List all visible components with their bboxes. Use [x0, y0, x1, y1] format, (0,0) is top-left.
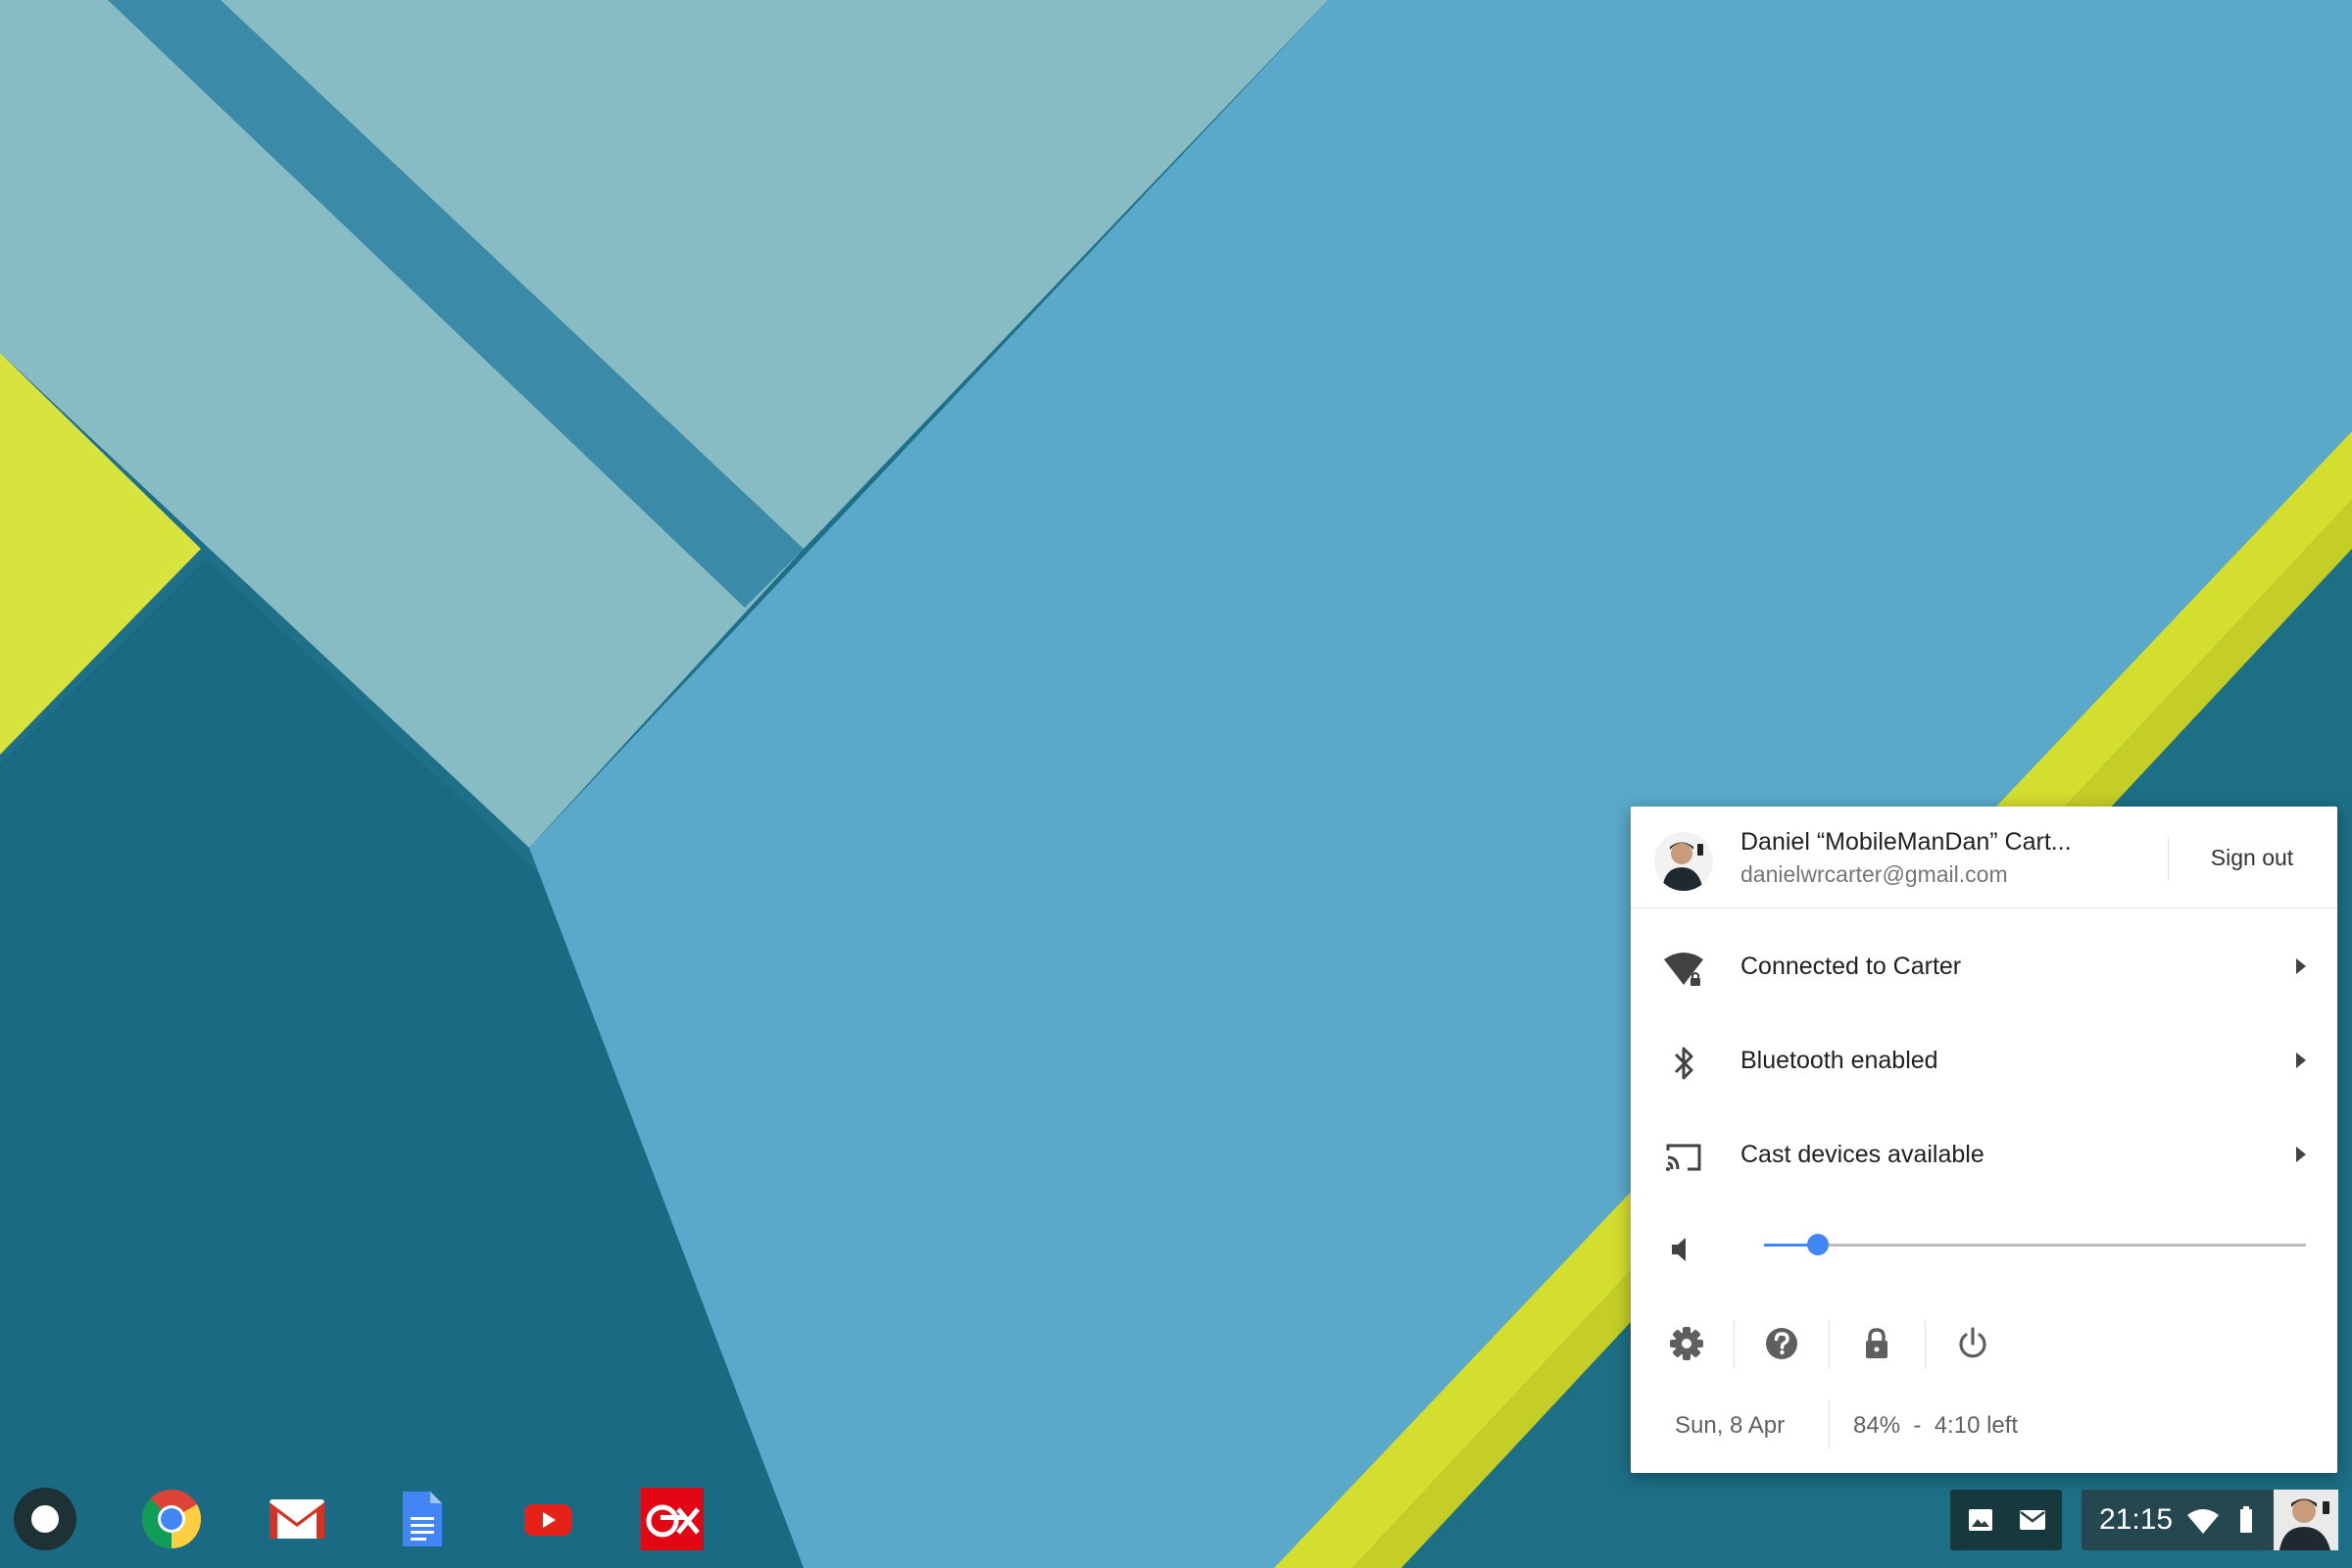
wifi-locked-icon: [1664, 953, 1703, 986]
power-button[interactable]: [1945, 1316, 2000, 1371]
tray-item-network[interactable]: Connected to Carter: [1631, 920, 2337, 1014]
bluetooth-label: Bluetooth enabled: [1740, 1047, 1938, 1074]
divider: [1829, 1400, 1830, 1449]
divider: [1925, 1320, 1926, 1369]
volume-icon[interactable]: [1666, 1232, 1701, 1267]
battery-icon: [2240, 1506, 2252, 1533]
image-icon[interactable]: [1968, 1508, 1993, 1532]
user-name: Daniel “MobileManDan” Cart...: [1740, 828, 2072, 856]
sign-out-button[interactable]: Sign out: [2183, 830, 2321, 885]
tray-status-bar: Sun, 8 Apr 84% - 4:10 left: [1631, 1395, 2337, 1453]
user-card: Daniel “MobileManDan” Cart... danielwrca…: [1631, 807, 2337, 908]
lock-icon: [1866, 1328, 1887, 1358]
gmail-app[interactable]: [266, 1488, 328, 1550]
chrome-app[interactable]: [140, 1488, 203, 1550]
chrome-icon: [141, 1490, 202, 1549]
app-launcher-button[interactable]: [14, 1488, 76, 1550]
lock-button[interactable]: [1849, 1316, 1904, 1371]
tray-toolbar: [1631, 1308, 2337, 1377]
mail-icon[interactable]: [2019, 1508, 2046, 1532]
cex-app[interactable]: [641, 1488, 704, 1550]
notification-area[interactable]: [1950, 1490, 2062, 1550]
cex-icon: [641, 1488, 704, 1550]
chevron-right-icon: [2296, 1147, 2306, 1162]
battery-status: 84% - 4:10 left: [1853, 1412, 2019, 1439]
system-tray-menu: Daniel “MobileManDan” Cart... danielwrca…: [1631, 807, 2337, 1473]
help-icon: [1766, 1328, 1797, 1359]
divider: [1829, 1320, 1830, 1369]
docs-icon: [403, 1492, 442, 1546]
status-area[interactable]: 21:15: [2082, 1490, 2338, 1550]
launcher-dot: [40, 1514, 50, 1524]
tray-item-bluetooth[interactable]: Bluetooth enabled: [1631, 1014, 2337, 1108]
help-button[interactable]: [1754, 1316, 1809, 1371]
chevron-right-icon: [2296, 958, 2306, 974]
cast-label: Cast devices available: [1740, 1141, 1984, 1168]
avatar: [1654, 832, 1713, 891]
youtube-icon: [524, 1504, 571, 1536]
user-email: danielwrcarter@gmail.com: [1740, 861, 2008, 887]
bluetooth-icon: [1674, 1047, 1693, 1080]
clock: 21:15: [2099, 1503, 2174, 1536]
cast-icon: [1666, 1144, 1701, 1171]
youtube-app[interactable]: [516, 1488, 579, 1550]
volume-slider[interactable]: [1764, 1234, 2306, 1255]
divider: [2168, 838, 2169, 881]
volume-slider-thumb[interactable]: [1807, 1234, 1830, 1255]
avatar: [2274, 1490, 2338, 1550]
date-label[interactable]: Sun, 8 Apr: [1675, 1412, 1785, 1440]
divider: [1734, 1320, 1735, 1369]
network-label: Connected to Carter: [1740, 953, 1962, 980]
launcher-icon: [33, 1507, 57, 1531]
docs-app[interactable]: [391, 1488, 454, 1550]
settings-button[interactable]: [1659, 1316, 1714, 1371]
settings-icon: [1670, 1327, 1703, 1360]
chevron-right-icon: [2296, 1053, 2306, 1068]
tray-item-cast[interactable]: Cast devices available: [1631, 1108, 2337, 1202]
gmail-icon: [270, 1499, 324, 1539]
power-icon: [1959, 1327, 1986, 1358]
wifi-icon: [2187, 1509, 2219, 1534]
